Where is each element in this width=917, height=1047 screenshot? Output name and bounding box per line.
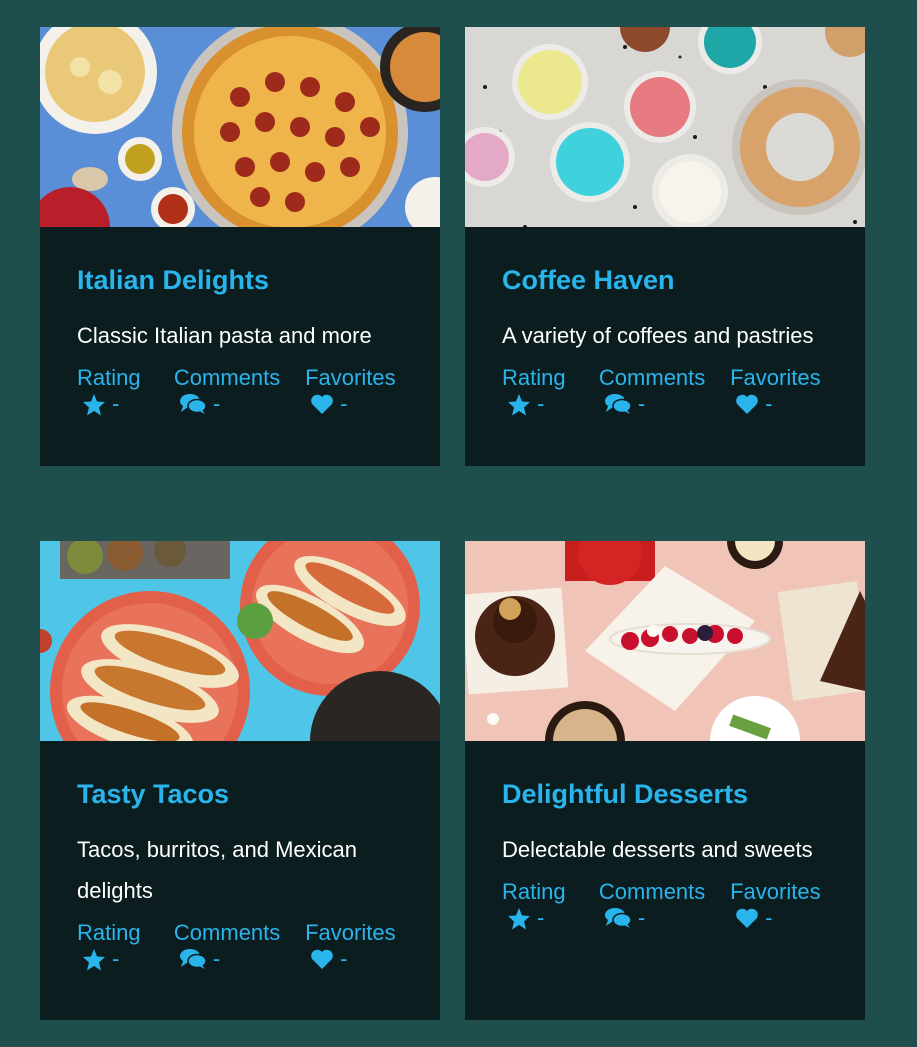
rating-label: Rating bbox=[502, 879, 566, 904]
comments-stat: Comments - bbox=[599, 879, 730, 931]
favorites-label: Favorites bbox=[305, 365, 396, 390]
favorites-stat: Favorites - bbox=[305, 365, 403, 417]
favorites-label: Favorites bbox=[730, 879, 821, 904]
favorites-stat: Favorites - bbox=[730, 879, 828, 931]
favorites-stat: Favorites - bbox=[305, 920, 403, 972]
card-description: A variety of coffees and pastries bbox=[502, 323, 814, 348]
card-stats: Rating - Comments - Favorites - bbox=[77, 920, 403, 972]
restaurant-card[interactable]: Coffee Haven A variety of coffees and pa… bbox=[465, 27, 865, 466]
rating-value: - bbox=[112, 946, 120, 971]
pastries-photo bbox=[465, 541, 865, 741]
comments-value: - bbox=[637, 905, 646, 930]
card-stats: Rating - Comments - Favorites - bbox=[77, 365, 403, 417]
rating-label: Rating bbox=[77, 365, 141, 390]
card-title[interactable]: Italian Delights bbox=[77, 263, 403, 297]
comments-label: Comments bbox=[173, 920, 281, 945]
rating-label: Rating bbox=[502, 365, 566, 390]
comments-stat: Comments - bbox=[174, 920, 305, 972]
comments-icon bbox=[179, 394, 207, 414]
favorites-value: - bbox=[765, 391, 773, 416]
restaurant-card[interactable]: Tasty Tacos Tacos, burritos, and Mexican… bbox=[40, 541, 440, 1020]
favorites-value: - bbox=[765, 905, 773, 930]
rating-label: Rating bbox=[77, 920, 141, 945]
star-icon bbox=[83, 948, 105, 970]
comments-value: - bbox=[637, 391, 646, 416]
favorites-label: Favorites bbox=[730, 365, 821, 390]
comments-value: - bbox=[212, 391, 221, 416]
card-title[interactable]: Delightful Desserts bbox=[502, 777, 828, 811]
card-description: Delectable desserts and sweets bbox=[502, 837, 813, 862]
favorites-value: - bbox=[340, 391, 348, 416]
rating-stat: Rating - bbox=[502, 879, 599, 931]
comments-icon bbox=[179, 949, 207, 969]
rating-stat: Rating - bbox=[77, 920, 174, 972]
star-icon bbox=[83, 393, 105, 415]
comments-stat: Comments - bbox=[599, 365, 730, 417]
rating-stat: Rating - bbox=[77, 365, 174, 417]
desserts-dips-photo bbox=[465, 27, 865, 227]
restaurant-card[interactable]: Delightful Desserts Delectable desserts … bbox=[465, 541, 865, 1020]
heart-icon bbox=[736, 908, 758, 928]
rating-value: - bbox=[537, 391, 545, 416]
comments-label: Comments bbox=[173, 365, 281, 390]
card-description: Classic Italian pasta and more bbox=[77, 323, 372, 348]
restaurant-card[interactable]: Italian Delights Classic Italian pasta a… bbox=[40, 27, 440, 466]
comments-value: - bbox=[212, 946, 221, 971]
tacos-photo bbox=[40, 541, 440, 741]
heart-icon bbox=[736, 394, 758, 414]
comments-label: Comments bbox=[598, 879, 706, 904]
star-icon bbox=[508, 393, 530, 415]
favorites-stat: Favorites - bbox=[730, 365, 828, 417]
rating-value: - bbox=[112, 391, 120, 416]
card-stats: Rating - Comments - Favorites - bbox=[502, 365, 828, 417]
card-stats: Rating - Comments - Favorites - bbox=[502, 879, 828, 931]
comments-icon bbox=[604, 908, 632, 928]
card-title[interactable]: Tasty Tacos bbox=[77, 777, 403, 811]
comments-label: Comments bbox=[598, 365, 706, 390]
heart-icon bbox=[311, 949, 333, 969]
card-title[interactable]: Coffee Haven bbox=[502, 263, 828, 297]
rating-stat: Rating - bbox=[502, 365, 599, 417]
comments-icon bbox=[604, 394, 632, 414]
pizza-photo bbox=[40, 27, 440, 227]
star-icon bbox=[508, 907, 530, 929]
rating-value: - bbox=[537, 905, 545, 930]
card-description: Tacos, burritos, and Mexican delights bbox=[77, 837, 358, 903]
favorites-value: - bbox=[340, 946, 348, 971]
favorites-label: Favorites bbox=[305, 920, 396, 945]
comments-stat: Comments - bbox=[174, 365, 305, 417]
heart-icon bbox=[311, 394, 333, 414]
